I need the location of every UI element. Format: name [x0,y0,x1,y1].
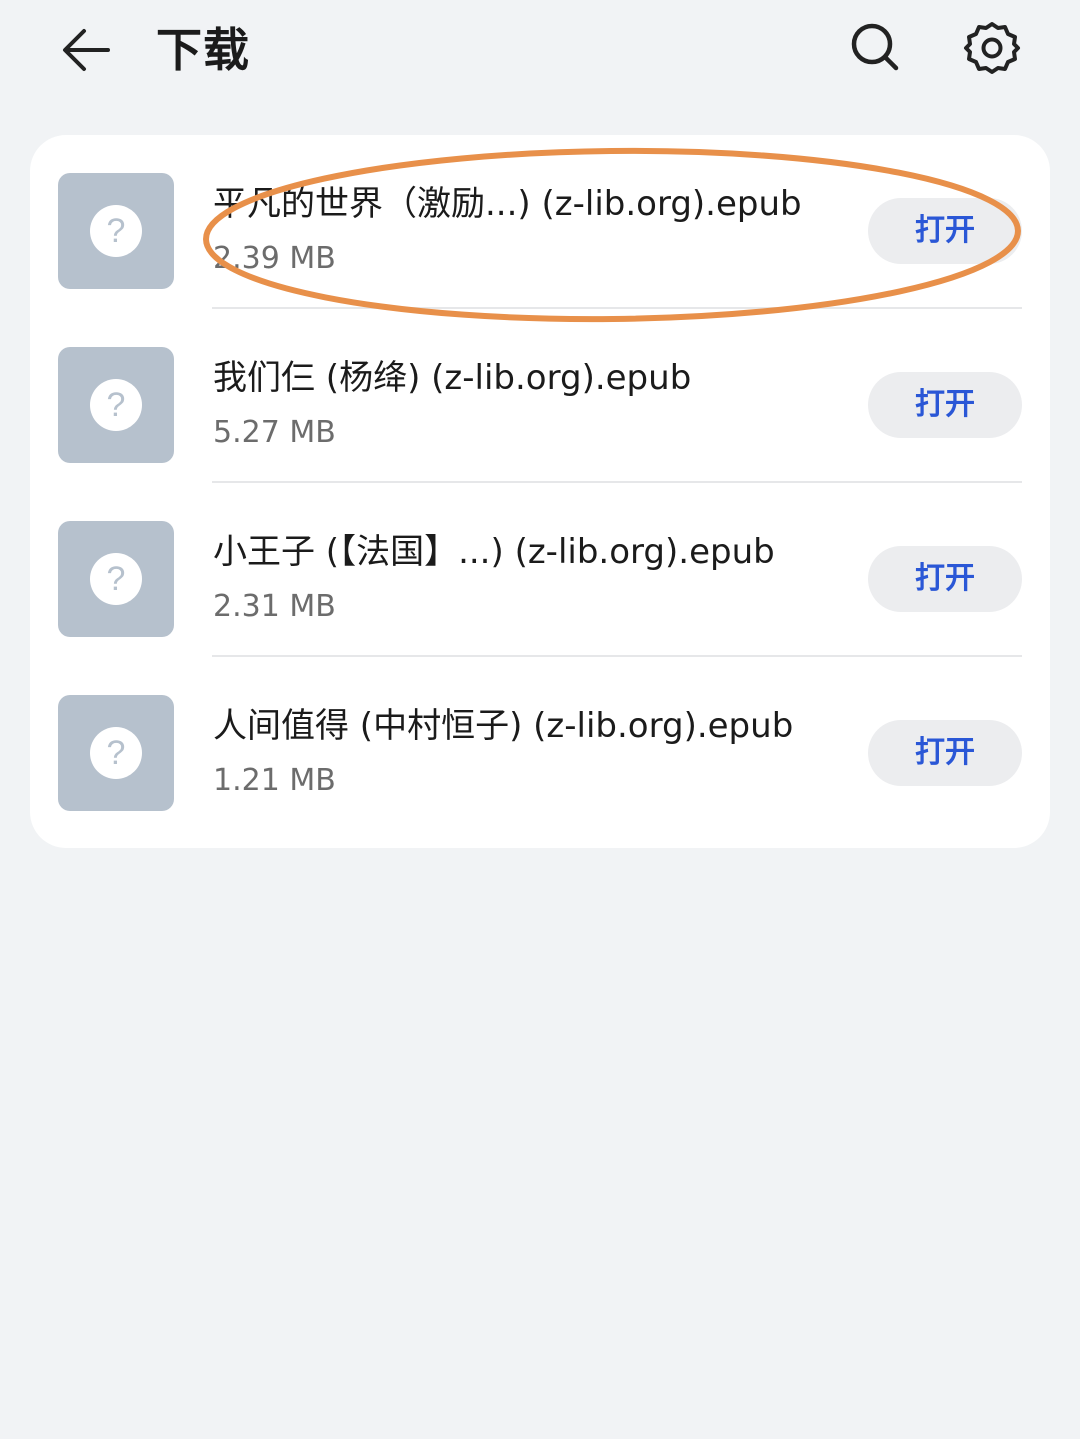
list-item[interactable]: ? 我们仨 (杨绛) (z-lib.org).epub 5.27 MB 打开 [30,309,1050,483]
list-item[interactable]: ? 小王子 (【法国】...) (z-lib.org).epub 2.31 MB… [30,483,1050,657]
page-title: 下载 [156,23,250,77]
downloads-list: ? 平凡的世界（激励...) (z-lib.org).epub 2.39 MB … [30,135,1050,848]
open-button[interactable]: 打开 [868,546,1022,612]
unknown-file-icon: ? [58,695,174,811]
back-button[interactable] [50,16,122,84]
question-mark-icon: ? [90,727,142,779]
question-mark-icon: ? [90,205,142,257]
settings-button[interactable] [954,12,1030,84]
open-button[interactable]: 打开 [868,372,1022,438]
unknown-file-icon: ? [58,347,174,463]
arrow-left-icon [63,29,110,71]
question-mark-icon: ? [90,553,142,605]
file-name: 小王子 (【法国】...) (z-lib.org).epub [213,532,775,572]
list-item[interactable]: ? 人间值得 (中村恒子) (z-lib.org).epub 1.21 MB 打… [30,657,1050,831]
file-name: 人间值得 (中村恒子) (z-lib.org).epub [213,706,794,746]
question-mark-icon: ? [90,379,142,431]
file-size: 2.39 MB [213,241,336,276]
gear-icon [964,22,1020,74]
search-button[interactable] [838,12,914,84]
file-size: 2.31 MB [213,589,336,624]
search-icon [851,23,899,71]
file-name: 我们仨 (杨绛) (z-lib.org).epub [213,358,692,398]
unknown-file-icon: ? [58,521,174,637]
unknown-file-icon: ? [58,173,174,289]
app-bar: 下载 [0,0,1080,100]
open-button[interactable]: 打开 [868,198,1022,264]
file-size: 1.21 MB [213,763,336,798]
downloads-page: 下载 ? 平凡的世界（激励...) (z-lib.org).epub 2.39 … [0,0,1080,1439]
list-item[interactable]: ? 平凡的世界（激励...) (z-lib.org).epub 2.39 MB … [30,135,1050,309]
file-name: 平凡的世界（激励...) (z-lib.org).epub [213,184,802,224]
file-size: 5.27 MB [213,415,336,450]
open-button[interactable]: 打开 [868,720,1022,786]
